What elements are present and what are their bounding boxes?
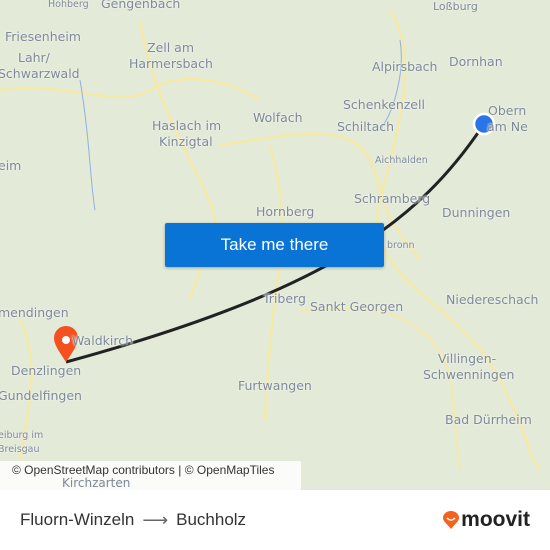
place-label: Denzlingen <box>11 363 82 378</box>
place-label: Sankt Georgen <box>310 299 404 314</box>
place-label: Kinzigtal <box>159 134 213 149</box>
moovit-pin-icon <box>443 511 460 529</box>
place-label: Schwenningen <box>423 367 515 382</box>
place-label: Hohberg <box>48 0 89 10</box>
footer: Fluorn-Winzeln ⟶ Buchholz moovit <box>0 490 550 550</box>
place-label: eim <box>0 158 22 173</box>
place-label: Schwarzwald <box>0 66 80 81</box>
moovit-logo: moovit <box>443 508 530 532</box>
place-label: Dunningen <box>442 205 511 220</box>
place-label: Gengenbach <box>101 0 181 11</box>
place-label: Zell am <box>147 40 195 55</box>
place-label: Schiltach <box>337 119 395 134</box>
place-label: Alpirsbach <box>372 59 438 74</box>
place-label: Gundelfingen <box>0 388 82 403</box>
place-label: Haslach im <box>152 118 222 133</box>
place-label: Furtwangen <box>238 378 312 393</box>
place-label: mendingen <box>0 305 69 320</box>
place-label: Triberg <box>263 291 306 306</box>
place-label: Waldkirch <box>72 333 133 348</box>
place-label: Lahr/ <box>18 50 50 65</box>
place-label: Schramberg <box>354 191 431 206</box>
place-label: bronn <box>387 240 415 251</box>
origin-name: Fluorn-Winzeln <box>20 510 135 529</box>
place-label: Breisgau <box>0 444 40 455</box>
arrow-right-icon: ⟶ <box>142 509 169 530</box>
place-label: Friesenheim <box>5 29 81 44</box>
place-label: Hornberg <box>256 204 315 219</box>
place-label: Obern <box>488 103 527 118</box>
map-attribution[interactable]: © OpenStreetMap contributors | © OpenMap… <box>0 461 301 490</box>
map[interactable]: Hohberg Gengenbach Loßburg Friesenheim L… <box>0 0 550 490</box>
route-title: Fluorn-Winzeln ⟶ Buchholz <box>20 510 246 531</box>
place-label: Dornhan <box>449 54 503 69</box>
place-label: Wolfach <box>253 110 303 125</box>
brand-name: moovit <box>461 508 530 531</box>
place-label: Loßburg <box>433 0 478 13</box>
place-label: Harmersbach <box>129 56 213 71</box>
take-me-there-button[interactable]: Take me there <box>165 223 384 267</box>
destination-name: Buchholz <box>176 510 247 529</box>
place-label: Bad Dürrheim <box>445 412 532 427</box>
place-label: Aichhalden <box>375 155 428 166</box>
place-label: eiburg im <box>0 430 44 441</box>
place-label: Villingen- <box>438 351 497 366</box>
place-label: Schenkenzell <box>343 97 425 112</box>
place-label: Kirchzarten <box>62 476 131 490</box>
place-label: am Ne <box>487 119 528 134</box>
place-label: Niedereschach <box>446 292 539 307</box>
